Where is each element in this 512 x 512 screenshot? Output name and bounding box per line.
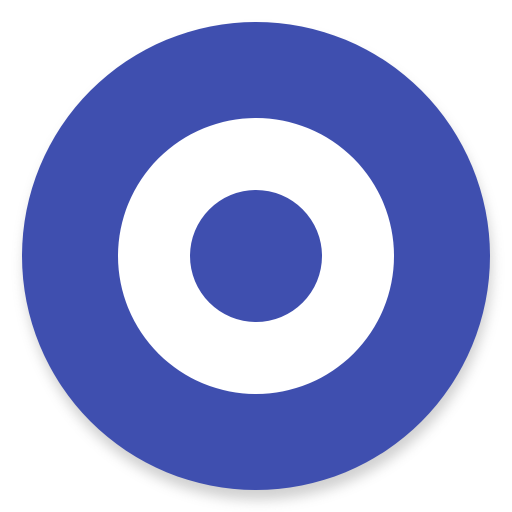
app-icon-canvas	[0, 0, 512, 512]
target-icon[interactable]	[0, 0, 512, 512]
center-blue-dot	[190, 190, 322, 322]
